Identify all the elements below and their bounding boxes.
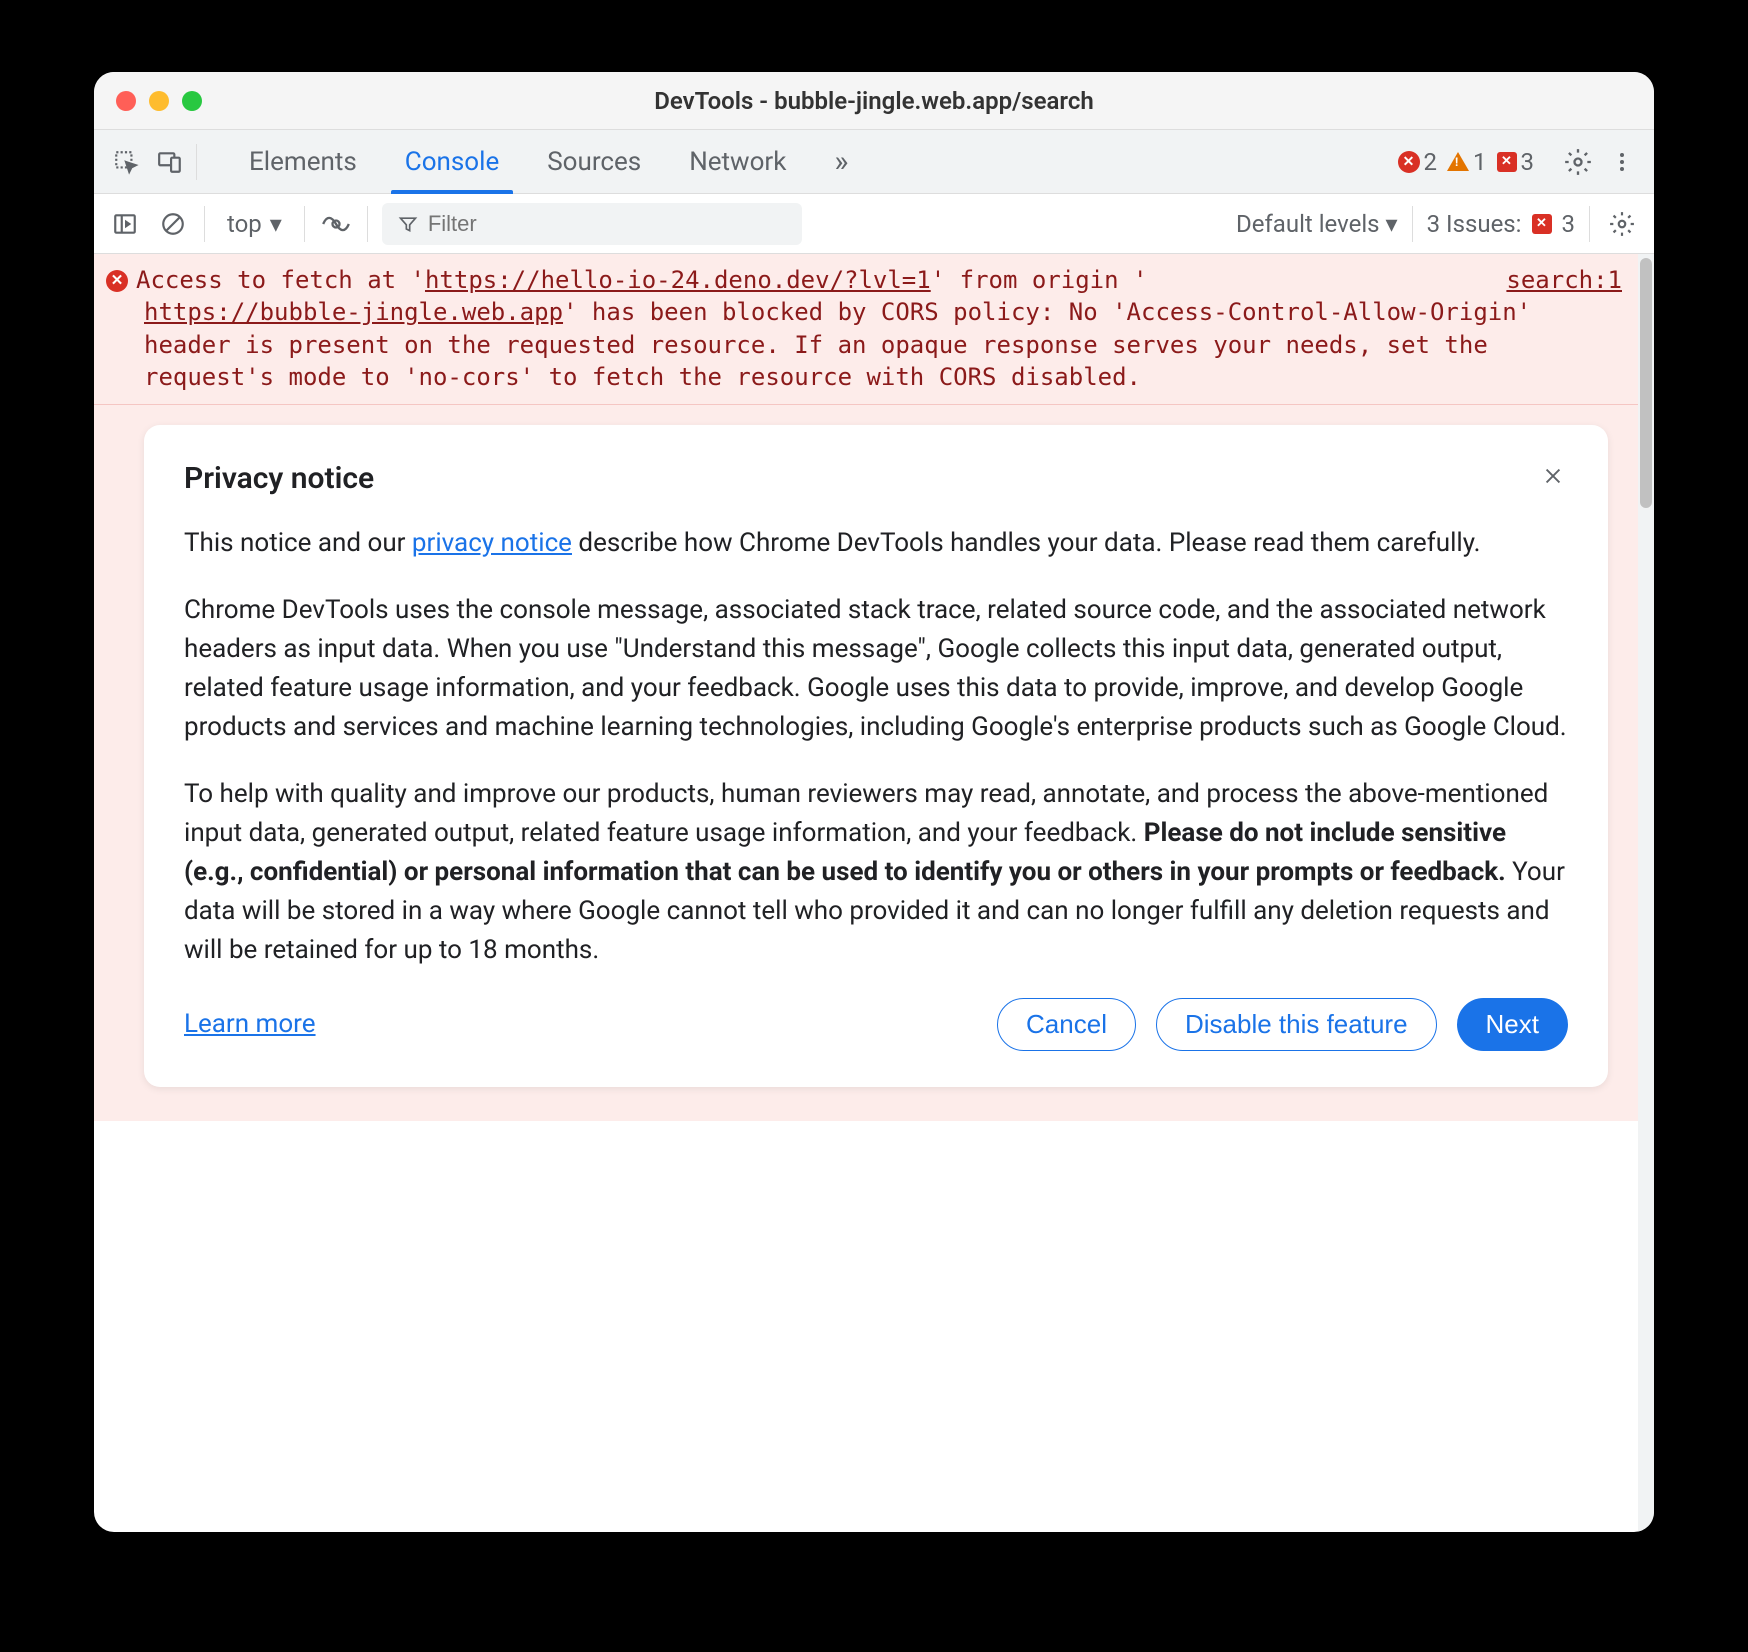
- error-message-row[interactable]: search:1 ✕ Access to fetch at 'https://he…: [94, 254, 1638, 1121]
- toggle-sidebar-icon[interactable]: [108, 207, 142, 241]
- tab-console[interactable]: Console: [381, 130, 523, 194]
- console-toolbar: top ▾ Default levels ▾ 3 Issues: ✕ 3: [94, 194, 1654, 254]
- context-selector[interactable]: top ▾: [219, 210, 290, 238]
- disable-feature-button[interactable]: Disable this feature: [1156, 998, 1437, 1051]
- status-badges[interactable]: ✕ 2 ! 1 ✕ 3: [1398, 148, 1535, 176]
- error-text-prefix: Access to fetch at ': [136, 266, 425, 294]
- separator: [304, 206, 305, 242]
- more-menu-icon[interactable]: [1604, 144, 1640, 180]
- separator: [367, 206, 368, 242]
- issues-label: 3 Issues:: [1427, 210, 1522, 238]
- separator: [196, 144, 197, 180]
- messages-count: 3: [1521, 148, 1535, 176]
- more-tabs-button[interactable]: »: [810, 130, 872, 194]
- log-area[interactable]: search:1 ✕ Access to fetch at 'https://he…: [94, 254, 1638, 1532]
- dropdown-arrow-icon: ▾: [1386, 210, 1398, 238]
- filter-box[interactable]: [382, 203, 802, 245]
- settings-icon[interactable]: [1560, 144, 1596, 180]
- learn-more-link[interactable]: Learn more: [184, 1009, 316, 1039]
- maximize-window-button[interactable]: [182, 91, 202, 111]
- error-icon: ✕: [106, 270, 128, 292]
- filter-input[interactable]: [428, 211, 786, 237]
- privacy-intro-1: This notice and our: [184, 528, 412, 558]
- errors-count: 2: [1424, 148, 1438, 176]
- separator: [1589, 206, 1590, 242]
- filter-icon: [398, 214, 418, 234]
- privacy-actions: Learn more Cancel Disable this feature N…: [184, 998, 1568, 1051]
- close-window-button[interactable]: [116, 91, 136, 111]
- traffic-lights: [116, 91, 202, 111]
- cancel-button[interactable]: Cancel: [997, 998, 1136, 1051]
- titlebar: DevTools - bubble-jingle.web.app/search: [94, 72, 1654, 130]
- close-icon[interactable]: [1538, 461, 1568, 491]
- errors-badge[interactable]: ✕ 2: [1398, 148, 1438, 176]
- error-source-link[interactable]: search:1: [1506, 264, 1622, 296]
- privacy-title: Privacy notice: [184, 461, 374, 496]
- warnings-badge[interactable]: ! 1: [1447, 148, 1487, 176]
- dropdown-arrow-icon: ▾: [270, 210, 282, 238]
- scrollbar-thumb[interactable]: [1640, 258, 1652, 508]
- privacy-body: This notice and our privacy notice descr…: [184, 524, 1568, 970]
- window-title: DevTools - bubble-jingle.web.app/search: [114, 87, 1634, 115]
- issues-link[interactable]: 3 Issues: ✕ 3: [1427, 210, 1575, 238]
- privacy-intro-2: describe how Chrome DevTools handles you…: [572, 528, 1481, 558]
- separator: [204, 206, 205, 242]
- next-button[interactable]: Next: [1457, 998, 1568, 1051]
- issues-count: 3: [1562, 210, 1576, 238]
- error-icon: ✕: [1398, 151, 1420, 173]
- privacy-notice-card: Privacy notice This notice and our priva…: [144, 425, 1608, 1087]
- error-url-1[interactable]: https://hello-io-24.deno.dev/?lvl=1: [425, 266, 931, 294]
- levels-label: Default levels: [1236, 210, 1380, 238]
- tab-network[interactable]: Network: [665, 130, 810, 194]
- scrollbar[interactable]: [1638, 254, 1654, 1532]
- panel-tabbar: Elements Console Sources Network » ✕ 2 !…: [94, 130, 1654, 194]
- error-url-2[interactable]: https://bubble-jingle.web.app: [144, 298, 563, 326]
- tab-elements[interactable]: Elements: [225, 130, 381, 194]
- separator: [1412, 206, 1413, 242]
- privacy-p2: Chrome DevTools uses the console message…: [184, 591, 1568, 747]
- log-levels-selector[interactable]: Default levels ▾: [1236, 210, 1398, 238]
- panel-tabs: Elements Console Sources Network »: [225, 130, 872, 194]
- message-icon: ✕: [1497, 152, 1517, 172]
- warnings-count: 1: [1473, 148, 1487, 176]
- inspect-element-icon[interactable]: [108, 144, 144, 180]
- device-toggle-icon[interactable]: [152, 144, 188, 180]
- error-text-mid1: ' from origin ': [931, 266, 1148, 294]
- clear-console-icon[interactable]: [156, 207, 190, 241]
- live-expression-icon[interactable]: [319, 207, 353, 241]
- messages-badge[interactable]: ✕ 3: [1497, 148, 1535, 176]
- issues-badge-icon: ✕: [1532, 214, 1552, 234]
- warning-icon: !: [1447, 152, 1469, 171]
- console-settings-icon[interactable]: [1604, 206, 1640, 242]
- devtools-window: DevTools - bubble-jingle.web.app/search …: [94, 72, 1654, 1532]
- console-content: search:1 ✕ Access to fetch at 'https://he…: [94, 254, 1654, 1532]
- context-label: top: [227, 210, 262, 238]
- tab-sources[interactable]: Sources: [523, 130, 665, 194]
- minimize-window-button[interactable]: [149, 91, 169, 111]
- privacy-notice-link[interactable]: privacy notice: [412, 528, 572, 558]
